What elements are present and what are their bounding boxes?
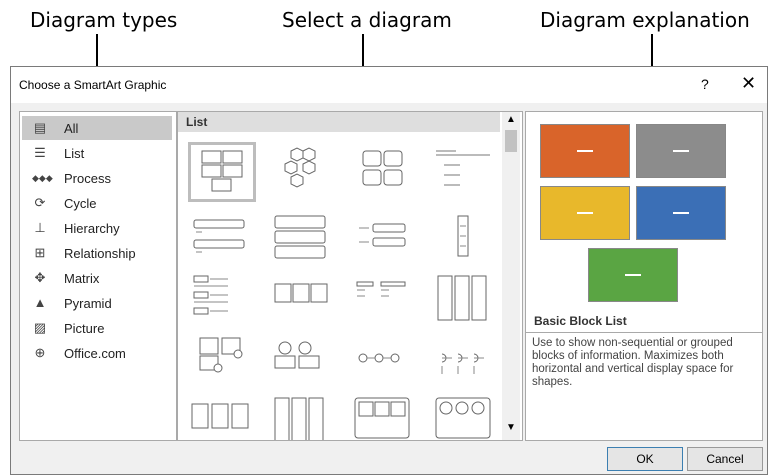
diagram-table-list[interactable] [351,272,413,326]
gallery-scrollbar[interactable]: ▲ ▼ [502,112,520,440]
category-label: Matrix [64,271,100,286]
diagram-preview-panel: Basic Block List Use to show non-sequent… [525,111,763,441]
category-label: All [64,121,79,136]
cycle-icon: ⟳ [34,195,46,210]
dialog-titlebar: Choose a SmartArt Graphic ? ✕ [11,67,767,103]
diagram-text-list[interactable] [432,145,494,199]
diagram-bending-picture-list[interactable] [269,334,331,388]
preview-block-blue [636,186,726,240]
diagram-half-circle-list[interactable] [432,334,494,388]
diagram-vertical-box-list[interactable] [432,212,494,266]
category-label: List [64,146,85,161]
diagram-arrow-process-list[interactable] [188,394,250,440]
category-label: Process [64,171,111,186]
pyramid-icon: ▲ [33,295,47,310]
diagram-basic-block-list[interactable] [188,142,256,202]
callout-diagram-types: Diagram types [30,8,178,32]
diagram-hexagon-list[interactable] [269,145,331,199]
matrix-icon: ✥ [34,270,46,285]
category-list: ▤ All ☰ List ◆◆◆ Process ⟳ Cycle ⊥ Hiera… [19,111,177,441]
process-icon: ◆◆◆ [32,173,53,183]
ok-button[interactable]: OK [607,447,683,471]
diagram-lined-list[interactable] [188,212,250,266]
category-process[interactable]: ◆◆◆ Process [22,166,172,190]
globe-icon: ⊕ [34,345,46,360]
callout-diagram-explanation: Diagram explanation [540,8,750,32]
category-label: Picture [64,321,105,336]
diagram-circle-picture-list[interactable] [432,394,494,440]
cancel-button[interactable]: Cancel [687,447,763,471]
category-label: Office.com [64,346,126,361]
gallery-section-header: List [178,112,500,132]
diagram-vertical-block-grid[interactable] [269,394,331,440]
diagram-name: Basic Block List [534,314,627,328]
callout-select-diagram: Select a diagram [282,8,452,32]
category-label: Pyramid [64,296,112,311]
list-icon: ☰ [34,145,46,160]
preview-block-green [588,248,678,302]
smartart-dialog: Choose a SmartArt Graphic ? ✕ ▤ All ☰ Li… [10,66,768,475]
category-label: Relationship [64,246,136,261]
category-pyramid[interactable]: ▲ Pyramid [22,291,172,315]
category-relationship[interactable]: ⊞ Relationship [22,241,172,265]
category-label: Cycle [64,196,97,211]
diagram-framed-block-list[interactable] [351,394,413,440]
gallery-section-label: List [186,115,208,129]
picture-icon: ▨ [33,320,47,335]
diagram-circle-list[interactable] [351,334,413,388]
diagram-tab-list[interactable] [188,272,250,326]
dialog-title: Choose a SmartArt Graphic [19,78,167,92]
all-icon: ▤ [33,120,47,135]
scroll-down-icon[interactable]: ▼ [506,422,516,433]
diagram-description: Use to show non-sequential or grouped bl… [526,332,762,447]
preview-block-yellow [540,186,630,240]
category-label: Hierarchy [64,221,120,236]
diagram-stacked-list[interactable] [269,212,331,266]
category-picture[interactable]: ▨ Picture [22,316,172,340]
diagram-vertical-bullet-list[interactable] [432,272,494,326]
scroll-up-icon[interactable]: ▲ [506,114,516,125]
diagram-rounded-block-list[interactable] [351,145,413,199]
category-list-item[interactable]: ☰ List [22,141,172,165]
category-all[interactable]: ▤ All [22,116,172,140]
diagram-horizontal-bullet-list[interactable] [351,212,413,266]
hierarchy-icon: ⊥ [34,220,46,235]
diagram-gallery: List ▲ ▼ [177,111,523,441]
preview-block-orange [540,124,630,178]
category-hierarchy[interactable]: ⊥ Hierarchy [22,216,172,240]
category-office-com[interactable]: ⊕ Office.com [22,341,172,365]
category-matrix[interactable]: ✥ Matrix [22,266,172,290]
diagram-grouped-list[interactable] [269,272,331,326]
relationship-icon: ⊞ [34,245,46,260]
category-cycle[interactable]: ⟳ Cycle [22,191,172,215]
help-button[interactable]: ? [701,76,709,92]
diagram-picture-caption-list[interactable] [188,334,250,388]
scroll-thumb[interactable] [505,130,517,152]
close-button[interactable]: ✕ [741,73,756,94]
preview-block-gray [636,124,726,178]
